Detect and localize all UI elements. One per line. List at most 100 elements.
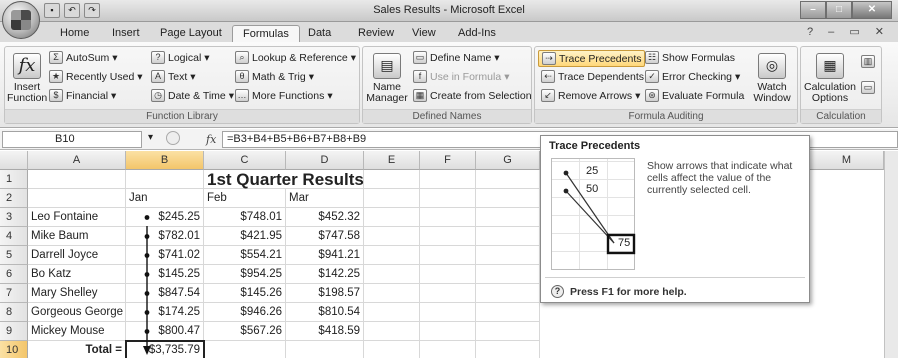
tab-insert[interactable]: Insert bbox=[102, 25, 150, 42]
name-manager-button[interactable]: ▤ Name Manager bbox=[365, 53, 409, 104]
row-header[interactable]: 9 bbox=[0, 322, 28, 341]
minimize-icon[interactable]: – bbox=[800, 1, 826, 19]
cell-d2[interactable]: Mar bbox=[286, 189, 364, 208]
recently-used-button[interactable]: ★ Recently Used ▾ bbox=[49, 70, 143, 83]
tab-formulas[interactable]: Formulas bbox=[232, 25, 300, 42]
minimize-icon[interactable]: – bbox=[828, 26, 840, 38]
cell-e10[interactable] bbox=[364, 341, 420, 358]
cell-d8[interactable]: $810.54 bbox=[286, 303, 364, 322]
cell-e5[interactable] bbox=[364, 246, 420, 265]
tab-data[interactable]: Data bbox=[298, 25, 341, 42]
cell-e9[interactable] bbox=[364, 322, 420, 341]
cell-f5[interactable] bbox=[420, 246, 476, 265]
math-trig-button[interactable]: θ Math & Trig ▾ bbox=[235, 70, 314, 83]
calculate-sheet-button[interactable]: ▭ bbox=[861, 81, 875, 94]
cell-f1[interactable] bbox=[420, 170, 476, 189]
column-header-d[interactable]: D bbox=[286, 151, 364, 170]
tab-view[interactable]: View bbox=[402, 25, 446, 42]
lookup-reference-button[interactable]: ⌕ Lookup & Reference ▾ bbox=[235, 51, 356, 64]
cell-a5[interactable]: Darrell Joyce bbox=[28, 246, 126, 265]
cell-g7[interactable] bbox=[476, 284, 540, 303]
row-header[interactable]: 6 bbox=[0, 265, 28, 284]
column-header-m[interactable]: M bbox=[810, 151, 884, 170]
financial-button[interactable]: $ Financial ▾ bbox=[49, 89, 116, 102]
cell-a7[interactable]: Mary Shelley bbox=[28, 284, 126, 303]
cell-g5[interactable] bbox=[476, 246, 540, 265]
row-header[interactable]: 8 bbox=[0, 303, 28, 322]
cell-c6[interactable]: $954.25 bbox=[204, 265, 286, 284]
cell-d10[interactable] bbox=[286, 341, 364, 358]
cell-e2[interactable] bbox=[364, 189, 420, 208]
cell-c2[interactable]: Feb bbox=[204, 189, 286, 208]
cell-d7[interactable]: $198.57 bbox=[286, 284, 364, 303]
logical-button[interactable]: ? Logical ▾ bbox=[151, 51, 210, 64]
error-checking-button[interactable]: ✓ Error Checking ▾ bbox=[645, 70, 740, 83]
tab-page-layout[interactable]: Page Layout bbox=[150, 25, 232, 42]
fx-icon[interactable]: fx bbox=[206, 133, 216, 146]
cell-d6[interactable]: $142.25 bbox=[286, 265, 364, 284]
cell-f8[interactable] bbox=[420, 303, 476, 322]
cell-g10[interactable] bbox=[476, 341, 540, 358]
cell-f10[interactable] bbox=[420, 341, 476, 358]
cell-c3[interactable]: $748.01 bbox=[204, 208, 286, 227]
cell-g4[interactable] bbox=[476, 227, 540, 246]
show-formulas-button[interactable]: ☷ Show Formulas bbox=[645, 51, 735, 64]
cell-a10[interactable]: Total = bbox=[28, 341, 126, 358]
cell-e6[interactable] bbox=[364, 265, 420, 284]
cell-a9[interactable]: Mickey Mouse bbox=[28, 322, 126, 341]
close-icon[interactable]: ✕ bbox=[852, 1, 892, 19]
name-box-dropdown-icon[interactable]: ▾ bbox=[148, 132, 153, 143]
maximize-icon[interactable]: □ bbox=[826, 1, 852, 19]
cell-e1[interactable] bbox=[364, 170, 420, 189]
autosum-button[interactable]: Σ AutoSum ▾ bbox=[49, 51, 117, 64]
text-button[interactable]: A Text ▾ bbox=[151, 70, 196, 83]
cell-b7[interactable]: $847.54 bbox=[126, 284, 204, 303]
cell-g6[interactable] bbox=[476, 265, 540, 284]
cell-b1[interactable] bbox=[126, 170, 204, 189]
cell-e3[interactable] bbox=[364, 208, 420, 227]
cell-c1[interactable]: 1st Quarter Results bbox=[204, 170, 364, 189]
cell-f3[interactable] bbox=[420, 208, 476, 227]
row-header[interactable]: 1 bbox=[0, 170, 28, 189]
cell-g2[interactable] bbox=[476, 189, 540, 208]
cell-g3[interactable] bbox=[476, 208, 540, 227]
cell-a2[interactable] bbox=[28, 189, 126, 208]
cell-b9[interactable]: $800.47 bbox=[126, 322, 204, 341]
cell-e4[interactable] bbox=[364, 227, 420, 246]
cell-c10[interactable] bbox=[204, 341, 286, 358]
create-from-selection-button[interactable]: ▦ Create from Selection bbox=[413, 89, 532, 102]
cell-f7[interactable] bbox=[420, 284, 476, 303]
remove-arrows-button[interactable]: ↙ Remove Arrows ▾ bbox=[541, 89, 640, 102]
restore-icon[interactable]: ▭ bbox=[849, 26, 865, 38]
close-icon[interactable]: ✕ bbox=[875, 26, 890, 38]
cell-a4[interactable]: Mike Baum bbox=[28, 227, 126, 246]
cell-a8[interactable]: Gorgeous George bbox=[28, 303, 126, 322]
cell-b2[interactable]: Jan bbox=[126, 189, 204, 208]
cell-d3[interactable]: $452.32 bbox=[286, 208, 364, 227]
cell-c7[interactable]: $145.26 bbox=[204, 284, 286, 303]
column-header-b[interactable]: B bbox=[126, 151, 204, 170]
date-time-button[interactable]: ◷ Date & Time ▾ bbox=[151, 89, 234, 102]
column-header-f[interactable]: F bbox=[420, 151, 476, 170]
vertical-scrollbar[interactable] bbox=[884, 151, 898, 358]
cell-g8[interactable] bbox=[476, 303, 540, 322]
trace-dependents-button[interactable]: ⇠ Trace Dependents bbox=[541, 70, 644, 83]
cell-b5[interactable]: $741.02 bbox=[126, 246, 204, 265]
calculation-options-button[interactable]: ▦ Calculation Options bbox=[803, 53, 857, 104]
define-name-button[interactable]: ▭ Define Name ▾ bbox=[413, 51, 500, 64]
tab-add-ins[interactable]: Add-Ins bbox=[448, 25, 506, 42]
office-button[interactable] bbox=[2, 1, 40, 39]
cell-c4[interactable]: $421.95 bbox=[204, 227, 286, 246]
evaluate-formula-button[interactable]: ⊛ Evaluate Formula bbox=[645, 89, 744, 102]
cell-c5[interactable]: $554.21 bbox=[204, 246, 286, 265]
cell-b10[interactable]: $3,735.79 bbox=[125, 340, 205, 358]
use-in-formula-button[interactable]: f Use in Formula ▾ bbox=[413, 70, 509, 83]
cell-d9[interactable]: $418.59 bbox=[286, 322, 364, 341]
cell-f2[interactable] bbox=[420, 189, 476, 208]
cell-b8[interactable]: $174.25 bbox=[126, 303, 204, 322]
cell-f9[interactable] bbox=[420, 322, 476, 341]
tab-review[interactable]: Review bbox=[348, 25, 404, 42]
cell-g9[interactable] bbox=[476, 322, 540, 341]
cell-e7[interactable] bbox=[364, 284, 420, 303]
cell-b4[interactable]: $782.01 bbox=[126, 227, 204, 246]
